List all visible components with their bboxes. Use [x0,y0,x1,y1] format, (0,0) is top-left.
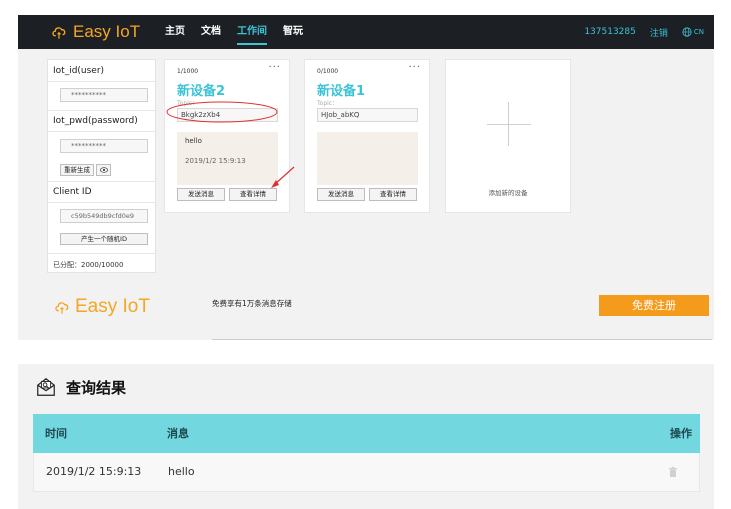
send-message-button[interactable]: 发送消息 [317,188,365,201]
nav-docs[interactable]: 文档 [201,15,221,49]
topic-field[interactable]: Bkgk2zXb4 [177,108,278,122]
client-id-field[interactable]: c59b549db9cfd0e9 [60,209,148,223]
message-count: 1/1000 [177,68,199,75]
add-device-card[interactable]: 添加新的设备 [445,59,571,213]
topic-label: Topic： [177,100,199,107]
user-area: 137513285 注销 CN [570,15,704,49]
globe-icon [682,27,692,37]
nav-workspace[interactable]: 工作间 [237,15,267,49]
table-header: 时间 消息 操作 [33,414,700,453]
table-row: 2019/1/2 15:9:13 hello [33,453,700,492]
divider [48,202,155,203]
nav-smart-play[interactable]: 智玩 [283,15,303,49]
topic-field[interactable]: HJob_abKQ [317,108,418,122]
column-header-message: 消息 [167,427,189,440]
latest-message-box [317,132,418,185]
more-icon[interactable]: ··· [268,62,281,73]
workspace: Iot_id(user) ********** Iot_pwd(password… [18,49,714,340]
promo-logo: Easy IoT [53,296,150,318]
results-title: 查询结果 [66,378,127,397]
iot-pwd-label: Iot_pwd(password) [53,116,138,126]
mail-search-icon [37,377,55,396]
app-name: Easy IoT [73,22,141,41]
send-message-button[interactable]: 发送消息 [177,188,225,201]
language-switch[interactable]: CN [682,27,704,37]
client-id-label: Client ID [53,187,92,197]
trash-icon[interactable] [667,466,679,478]
cloud-logo-icon [55,302,69,314]
latest-message: hello [185,137,202,145]
app-logo[interactable]: Easy IoT [50,22,140,42]
nav-home[interactable]: 主页 [165,15,185,49]
logout-link[interactable]: 注销 [650,26,668,39]
divider [48,253,155,254]
divider [48,131,155,132]
latest-message-time: 2019/1/2 15:9:13 [185,157,246,165]
message-count: 0/1000 [317,68,339,75]
promo-text: 免费享有1万条消息存储 [212,299,292,308]
latest-message-box: hello 2019/1/2 15:9:13 [177,132,278,185]
device-card[interactable]: 1/1000 ··· 新设备2 Topic： Bkgk2zXb4 hello 2… [164,59,290,213]
random-id-button[interactable]: 产生一个随机ID [60,233,148,245]
results-header: 查询结果 [35,376,126,398]
user-phone[interactable]: 137513285 [584,27,636,37]
iot-id-label: Iot_id(user) [53,66,105,76]
free-register-button[interactable]: 免费注册 [599,295,709,316]
top-navbar: Easy IoT 主页 文档 工作间 智玩 137513285 注销 CN [18,15,714,49]
view-details-button[interactable]: 查看详情 [369,188,417,201]
row-time: 2019/1/2 15:9:13 [46,465,142,478]
row-message: hello [168,465,195,478]
promo-logo-text: Easy IoT [75,296,150,317]
credentials-panel: Iot_id(user) ********** Iot_pwd(password… [47,59,156,273]
device-card[interactable]: 0/1000 ··· 新设备1 Topic： HJob_abKQ 发送消息 查看… [304,59,430,213]
column-header-action: 操作 [670,427,692,440]
language-label: CN [693,28,704,36]
main-nav: 主页 文档 工作间 智玩 [165,15,319,49]
divider [48,81,155,82]
show-password-button[interactable] [96,164,111,176]
topic-label: Topic： [317,100,339,107]
more-icon[interactable]: ··· [408,62,421,73]
divider [48,181,155,182]
view-details-button[interactable]: 查看详情 [229,188,277,201]
iot-id-field[interactable]: ********** [60,88,148,102]
device-name[interactable]: 新设备2 [177,80,225,99]
divider [48,110,155,111]
query-results-panel: 查询结果 时间 消息 操作 2019/1/2 15:9:13 hello [18,364,714,509]
regenerate-button[interactable]: 重新生成 [60,164,94,176]
allocated-count: 已分配：2000/10000 [53,261,124,269]
divider [212,339,712,340]
add-device-label: 添加新的设备 [488,189,528,197]
column-header-time: 时间 [45,427,67,440]
iot-pwd-field[interactable]: ********** [60,139,148,153]
cloud-logo-icon [52,27,66,39]
device-name[interactable]: 新设备1 [317,80,365,99]
results-table: 时间 消息 操作 2019/1/2 15:9:13 hello [33,414,700,492]
eye-icon [99,167,108,173]
